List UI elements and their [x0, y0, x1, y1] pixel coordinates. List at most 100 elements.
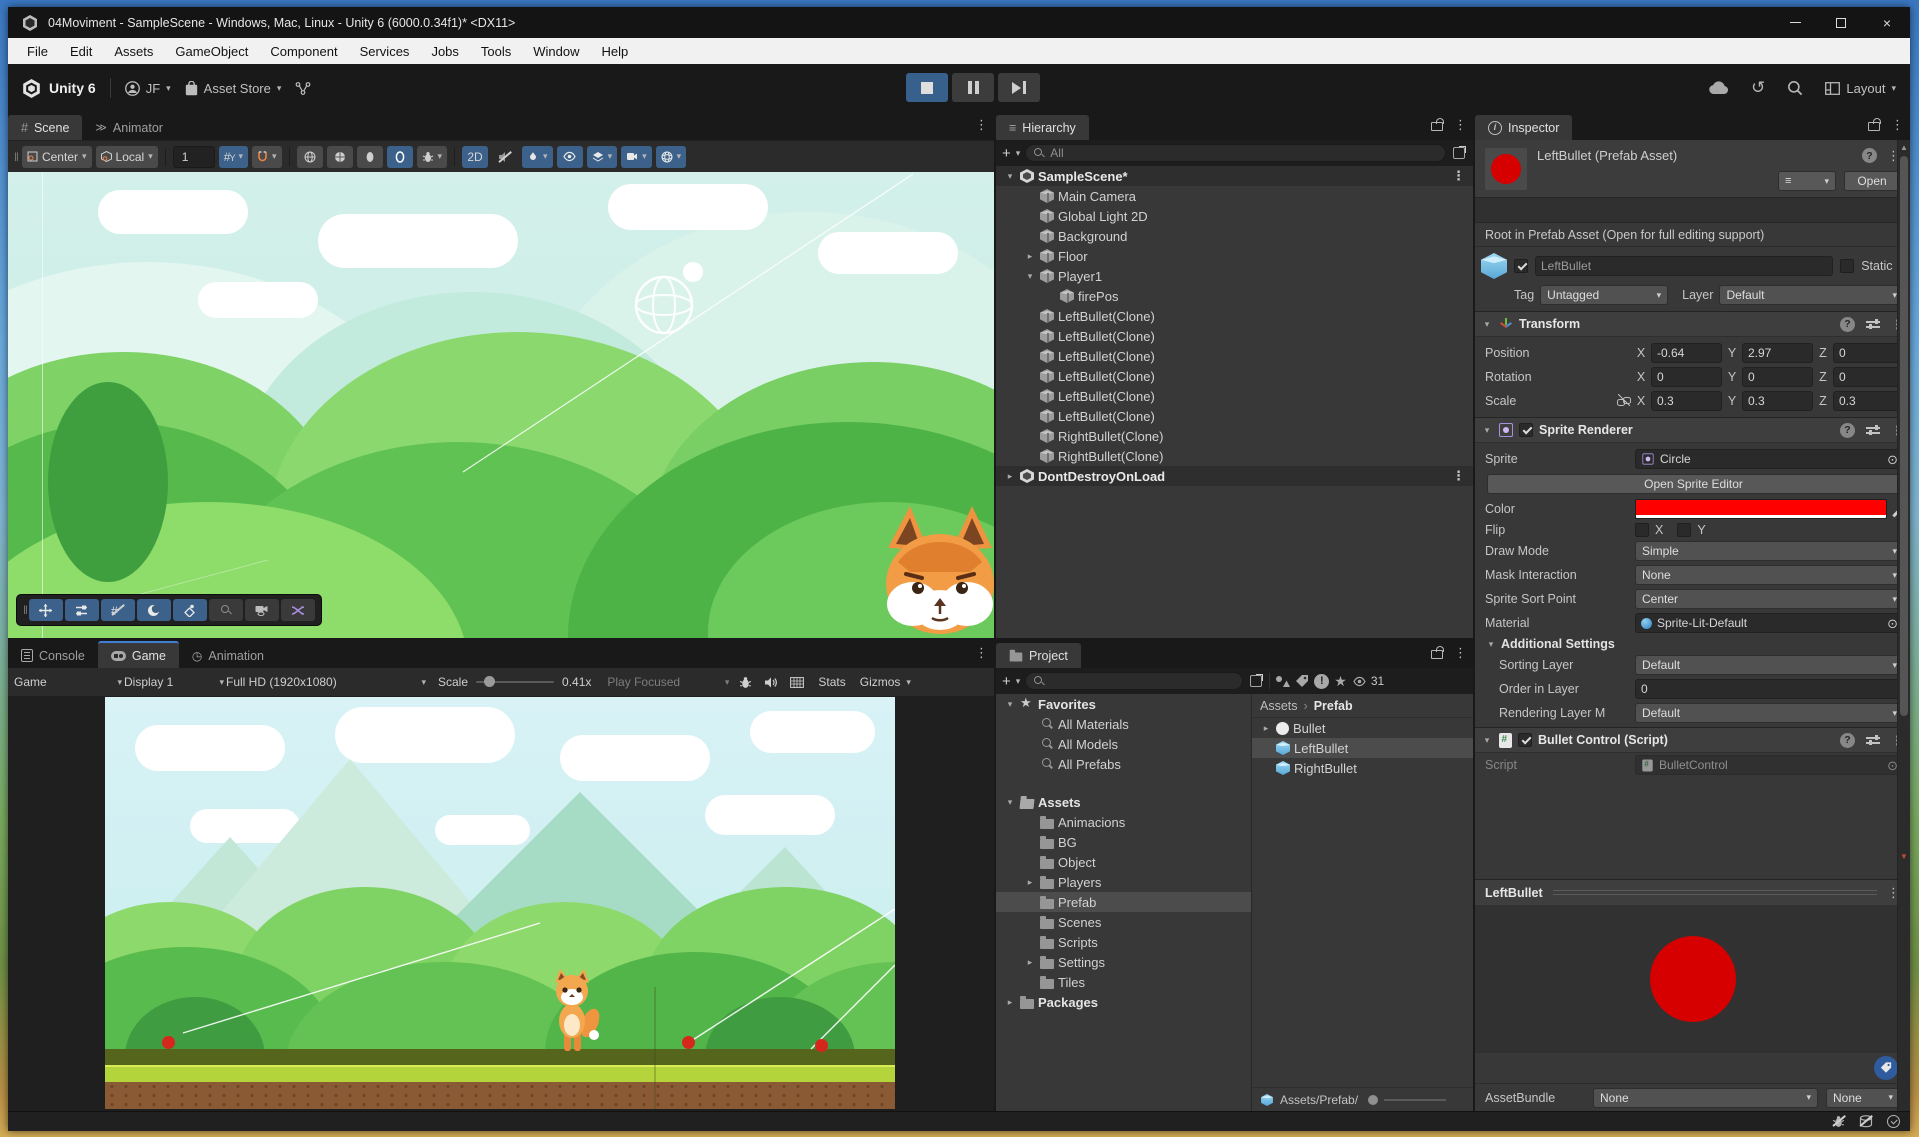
project-search-input[interactable] — [1025, 672, 1243, 690]
assetbundle-variant-dropdown[interactable]: None▾ — [1826, 1088, 1900, 1108]
hierarchy-row[interactable]: LeftBullet(Clone) — [996, 406, 1473, 426]
overlay-light-tool[interactable] — [137, 599, 171, 621]
help-icon[interactable]: ? — [1840, 733, 1855, 748]
project-tree-row[interactable]: ▸ Packages — [996, 992, 1251, 1012]
transform-header[interactable]: ▾ Transform ?⋮ — [1475, 311, 1910, 337]
hierarchy-row[interactable]: Global Light 2D — [996, 206, 1473, 226]
inspector-menu-kebab[interactable]: ⋮ — [1891, 118, 1904, 131]
static-checkbox[interactable] — [1840, 259, 1854, 273]
rotation-x-field[interactable]: 0 — [1651, 367, 1722, 387]
close-button[interactable]: × — [1864, 7, 1910, 38]
scale-slider[interactable] — [476, 681, 554, 683]
flip-y-checkbox[interactable] — [1677, 523, 1691, 537]
hierarchy-row[interactable]: LeftBullet(Clone) — [996, 386, 1473, 406]
tab-project[interactable]: Project — [996, 643, 1081, 668]
filter-by-label-icon[interactable] — [1295, 675, 1309, 688]
snap-magnet-button[interactable]: ▾ — [252, 146, 282, 168]
vsync-grid-icon[interactable] — [790, 677, 804, 688]
hierarchy-row[interactable]: LeftBullet(Clone) — [996, 306, 1473, 326]
scene-picker-icon[interactable] — [1451, 146, 1467, 160]
cloud-icon[interactable] — [1707, 81, 1729, 95]
menu-item[interactable]: Services — [349, 44, 421, 59]
version-control-icon[interactable] — [295, 81, 311, 96]
convert-list-button[interactable]: ≡▾ — [1778, 171, 1836, 191]
project-tree-row[interactable]: All Prefabs — [996, 754, 1251, 774]
project-tree-row[interactable]: ▸ Players — [996, 872, 1251, 892]
tab-animation[interactable]: ◷Animation — [179, 643, 277, 668]
filter-by-type-icon[interactable] — [1275, 675, 1290, 688]
tool-handle-rotation-dropdown[interactable]: Local▾ — [96, 146, 158, 168]
breadcrumb-current[interactable]: Prefab — [1314, 699, 1353, 713]
draw-mode-dropdown[interactable]: Simple▾ — [1635, 541, 1904, 561]
asset-thumbnail[interactable] — [1485, 148, 1527, 190]
menu-item[interactable]: Component — [259, 44, 348, 59]
tag-dropdown[interactable]: Untagged▾ — [1540, 285, 1668, 305]
thumbnail-zoom-thumb[interactable] — [1368, 1095, 1378, 1105]
project-tree-row[interactable]: ▸ Settings — [996, 952, 1251, 972]
lock-icon[interactable] — [1431, 118, 1442, 131]
lock-icon[interactable] — [1431, 646, 1442, 659]
position-z-field[interactable]: 0 — [1833, 343, 1904, 363]
lighting-toggle-button[interactable] — [387, 146, 413, 168]
presets-icon[interactable] — [1866, 424, 1880, 436]
stats-button[interactable]: Stats — [818, 675, 845, 689]
tool-handle-position-dropdown[interactable]: Center▾ — [22, 146, 92, 168]
position-x-field[interactable]: -0.64 — [1651, 343, 1722, 363]
open-sprite-editor-button[interactable]: Open Sprite Editor — [1487, 474, 1900, 494]
resolution-dropdown[interactable]: Full HD (1920x1080)▾ — [226, 675, 426, 689]
layer-dropdown[interactable]: Default▾ — [1719, 285, 1904, 305]
inspector-scrollbar[interactable]: ▲ ▼ — [1897, 140, 1910, 1111]
menu-item[interactable]: Tools — [470, 44, 522, 59]
row-kebab[interactable]: ⋮ — [1452, 468, 1465, 484]
project-tree-row[interactable]: Object — [996, 852, 1251, 872]
audio-mute-button[interactable] — [492, 146, 518, 168]
hierarchy-row[interactable]: ▸ Floor — [996, 246, 1473, 266]
overlay-move-tool[interactable] — [29, 599, 63, 621]
project-tree-row[interactable]: BG — [996, 832, 1251, 852]
tab-hierarchy[interactable]: ≡Hierarchy — [996, 115, 1089, 140]
project-menu-kebab[interactable]: ⋮ — [1454, 646, 1467, 659]
menu-item[interactable]: File — [16, 44, 59, 59]
menu-item[interactable]: Jobs — [420, 44, 469, 59]
overlay-grid-tool[interactable]: # — [101, 599, 135, 621]
scale-y-field[interactable]: 0.3 — [1742, 391, 1813, 411]
wireframe-mode-button[interactable] — [327, 146, 353, 168]
scale-z-field[interactable]: 0.3 — [1833, 391, 1904, 411]
effects-dropdown-button[interactable]: ▾ — [522, 146, 553, 168]
project-tree-row[interactable] — [996, 774, 1251, 792]
hierarchy-menu-kebab[interactable]: ⋮ — [1454, 118, 1467, 131]
sprite-sort-point-dropdown[interactable]: Center▾ — [1635, 589, 1904, 609]
project-file-row[interactable]: ▸ Bullet — [1252, 718, 1473, 738]
component-enabled-checkbox[interactable] — [1518, 733, 1532, 747]
hierarchy-row[interactable]: firePos — [996, 286, 1473, 306]
lock-icon[interactable] — [1868, 118, 1879, 131]
tab-inspector[interactable]: iInspector — [1475, 115, 1572, 140]
mask-interaction-dropdown[interactable]: None▾ — [1635, 565, 1904, 585]
maximize-button[interactable] — [1818, 7, 1864, 38]
hierarchy-row[interactable]: ▸ DontDestroyOnLoad ⋮ — [996, 466, 1473, 486]
menu-item[interactable]: Help — [591, 44, 640, 59]
hierarchy-row[interactable]: LeftBullet(Clone) — [996, 366, 1473, 386]
component-enabled-checkbox[interactable] — [1519, 423, 1533, 437]
asset-picker-icon[interactable] — [1248, 674, 1264, 688]
menu-item[interactable]: Window — [522, 44, 590, 59]
project-file-row[interactable]: LeftBullet — [1252, 738, 1473, 758]
assetbundle-dropdown[interactable]: None▾ — [1593, 1088, 1818, 1108]
sprite-object-field[interactable]: Circle⊙ — [1635, 449, 1904, 469]
script-object-field[interactable]: BulletControl⊙ — [1635, 755, 1904, 775]
scrollbar-thumb[interactable] — [1900, 156, 1908, 716]
layers-dropdown-button[interactable]: ▾ — [587, 146, 618, 168]
tab-game[interactable]: Game — [98, 641, 179, 668]
display-target-dropdown[interactable]: Display 1▾ — [124, 675, 224, 689]
breadcrumb-root[interactable]: Assets — [1260, 699, 1298, 713]
debug-bug-icon[interactable] — [739, 676, 752, 689]
additional-settings-foldout[interactable]: ▾Additional Settings — [1475, 635, 1910, 653]
project-tree-row[interactable]: ▾ Assets — [996, 792, 1251, 812]
tab-animator[interactable]: ≫Animator — [82, 115, 176, 140]
audio-debug-button[interactable]: ▾ — [417, 146, 448, 168]
create-asset-caret[interactable]: ▾ — [1016, 676, 1021, 687]
asset-store-menu[interactable]: Asset Store▾ — [185, 81, 282, 96]
project-tree-row[interactable]: Prefab — [996, 892, 1251, 912]
add-object-caret[interactable]: ▾ — [1016, 148, 1021, 159]
scale-x-field[interactable]: 0.3 — [1651, 391, 1722, 411]
